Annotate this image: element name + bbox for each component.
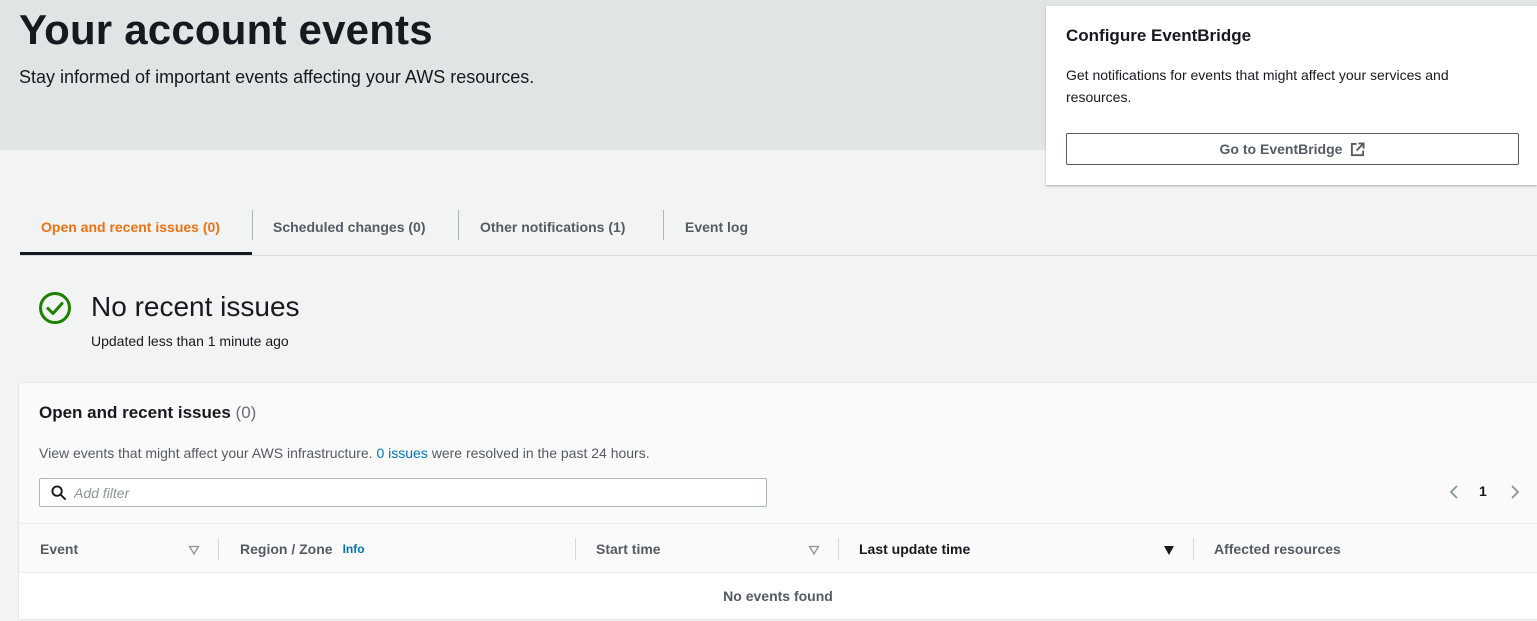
sort-descending-icon[interactable]: [1163, 543, 1175, 561]
status-updated-time: Updated less than 1 minute ago: [91, 333, 289, 349]
resolved-issues-link[interactable]: 0 issues: [376, 445, 427, 461]
table-empty-state: No events found: [19, 573, 1537, 619]
column-divider: [575, 538, 576, 560]
table-item-count: (0): [235, 403, 257, 422]
go-to-eventbridge-label: Go to EventBridge: [1219, 141, 1343, 157]
check-circle-icon: [38, 291, 72, 330]
search-icon: [51, 485, 66, 505]
tab-scheduled-changes[interactable]: Scheduled changes (0): [273, 198, 425, 255]
sort-unsorted-icon[interactable]: [188, 543, 200, 561]
go-to-eventbridge-button[interactable]: Go to EventBridge: [1066, 133, 1519, 165]
empty-state-message: No events found: [723, 588, 833, 604]
tab-event-log[interactable]: Event log: [685, 198, 748, 255]
column-header-region-zone: Region / Zone Info: [240, 524, 365, 573]
configure-eventbridge-panel: Configure EventBridge Get notifications …: [1046, 6, 1537, 185]
table-description-prefix: View events that might affect your AWS i…: [39, 445, 373, 461]
tab-divider: [252, 210, 253, 240]
tab-divider: [458, 210, 459, 240]
column-divider: [838, 538, 839, 560]
column-header-start-time[interactable]: Start time: [596, 524, 661, 573]
column-header-event[interactable]: Event: [40, 524, 78, 573]
page-subtitle: Stay informed of important events affect…: [19, 67, 535, 87]
events-tabs: Open and recent issues (0) Scheduled cha…: [20, 198, 1537, 256]
table-description: View events that might affect your AWS i…: [39, 445, 650, 461]
table-header-row: Event Region / Zone Info Start time Last…: [19, 523, 1537, 573]
eventbridge-description: Get notifications for events that might …: [1066, 67, 1449, 105]
table-title: Open and recent issues (0): [39, 403, 256, 423]
tab-open-and-recent-issues[interactable]: Open and recent issues (0): [41, 198, 220, 255]
tab-other-notifications[interactable]: Other notifications (1): [480, 198, 625, 255]
chevron-right-icon[interactable]: [1509, 484, 1521, 505]
table-title-text: Open and recent issues: [39, 403, 231, 422]
chevron-left-icon[interactable]: [1448, 484, 1460, 505]
region-zone-label: Region / Zone: [240, 540, 333, 557]
column-header-affected-resources: Affected resources: [1214, 540, 1341, 557]
column-divider: [1193, 538, 1194, 560]
eventbridge-title: Configure EventBridge: [1066, 26, 1252, 45]
tab-divider: [663, 210, 664, 240]
page-title: Your account events: [19, 6, 433, 53]
filter-field[interactable]: [39, 478, 767, 507]
column-header-last-update-time[interactable]: Last update time: [859, 524, 970, 573]
page-number-button[interactable]: 1: [1479, 483, 1487, 499]
status-title: No recent issues: [91, 291, 300, 322]
open-recent-issues-table: Open and recent issues (0) View events t…: [19, 382, 1537, 619]
filter-input[interactable]: [74, 482, 754, 503]
active-tab-indicator: [20, 252, 252, 255]
table-description-suffix: were resolved in the past 24 hours.: [431, 445, 650, 461]
sort-unsorted-icon[interactable]: [808, 543, 820, 561]
region-zone-info-link[interactable]: Info: [343, 542, 365, 556]
external-link-icon: [1350, 141, 1365, 157]
column-divider: [218, 538, 219, 560]
